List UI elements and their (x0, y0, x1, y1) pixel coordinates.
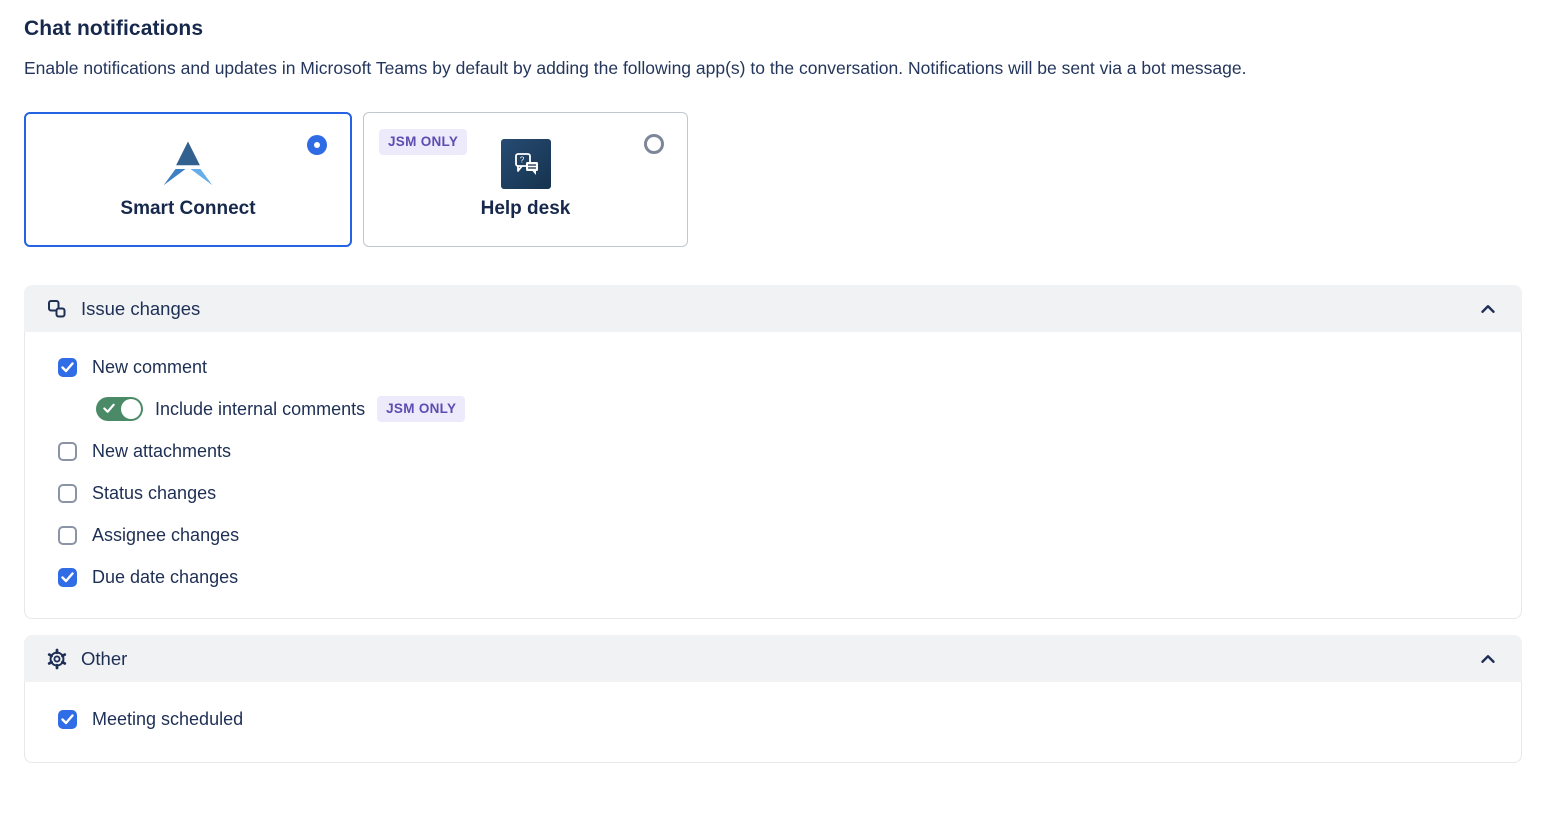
app-card-label: Help desk (481, 198, 571, 220)
checkbox-label: Due date changes (92, 567, 238, 588)
section-title: Issue changes (81, 298, 200, 320)
section-body-other: Meeting scheduled (24, 682, 1522, 763)
meeting-scheduled-checkbox[interactable] (58, 710, 77, 729)
section-body-issue-changes: New comment Include internal comments JS… (24, 332, 1522, 619)
app-card-row: Smart Connect JSM ONLY ? Help desk (24, 112, 1522, 247)
svg-text:?: ? (519, 156, 524, 165)
section-title: Other (81, 648, 127, 670)
toggle-label: Include internal comments (155, 399, 365, 420)
section-issue-changes: Issue changes New comment Include inter (24, 285, 1522, 619)
notification-row-due-date-changes: Due date changes (25, 556, 1521, 598)
gear-icon (46, 648, 68, 670)
notification-row-new-attachments: New attachments (25, 430, 1521, 472)
checkbox-label: Meeting scheduled (92, 709, 243, 730)
issue-changes-icon (46, 298, 68, 320)
notification-row-status-changes: Status changes (25, 472, 1521, 514)
new-comment-checkbox[interactable] (58, 358, 77, 377)
assignee-changes-checkbox[interactable] (58, 526, 77, 545)
due-date-changes-checkbox[interactable] (58, 568, 77, 587)
radio-unselected-icon[interactable] (644, 134, 664, 154)
jsm-only-badge: JSM ONLY (379, 129, 467, 155)
section-header-issue-changes[interactable]: Issue changes (24, 285, 1522, 332)
notification-row-assignee-changes: Assignee changes (25, 514, 1521, 556)
notification-row-new-comment: New comment (25, 346, 1521, 388)
checkbox-label: New comment (92, 357, 207, 378)
jsm-only-badge-wrap: JSM ONLY (379, 129, 467, 155)
radio-selected-icon[interactable] (307, 135, 327, 155)
help-desk-app-icon: ? (501, 139, 551, 189)
notification-row-internal-comments: Include internal comments JSM ONLY (25, 388, 1521, 430)
app-card-help-desk[interactable]: JSM ONLY ? Help desk (363, 112, 688, 247)
new-attachments-checkbox[interactable] (58, 442, 77, 461)
page-description: Enable notifications and updates in Micr… (24, 53, 1522, 83)
section-header-other[interactable]: Other (24, 635, 1522, 682)
smart-connect-logo-icon (158, 139, 218, 189)
app-card-label: Smart Connect (120, 198, 255, 220)
notification-row-meeting-scheduled: Meeting scheduled (25, 698, 1521, 740)
toggle-knob (121, 399, 141, 419)
include-internal-comments-toggle[interactable] (96, 397, 143, 421)
status-changes-checkbox[interactable] (58, 484, 77, 503)
chevron-up-icon[interactable] (1476, 297, 1500, 321)
chevron-up-icon[interactable] (1476, 647, 1500, 671)
section-other: Other Meeting scheduled (24, 635, 1522, 763)
jsm-only-badge: JSM ONLY (377, 396, 465, 422)
chat-notifications-settings: Chat notifications Enable notifications … (0, 0, 1552, 763)
checkbox-label: New attachments (92, 441, 231, 462)
checkbox-label: Assignee changes (92, 525, 239, 546)
app-card-smart-connect[interactable]: Smart Connect (24, 112, 352, 247)
checkbox-label: Status changes (92, 483, 216, 504)
page-title: Chat notifications (24, 17, 1522, 41)
